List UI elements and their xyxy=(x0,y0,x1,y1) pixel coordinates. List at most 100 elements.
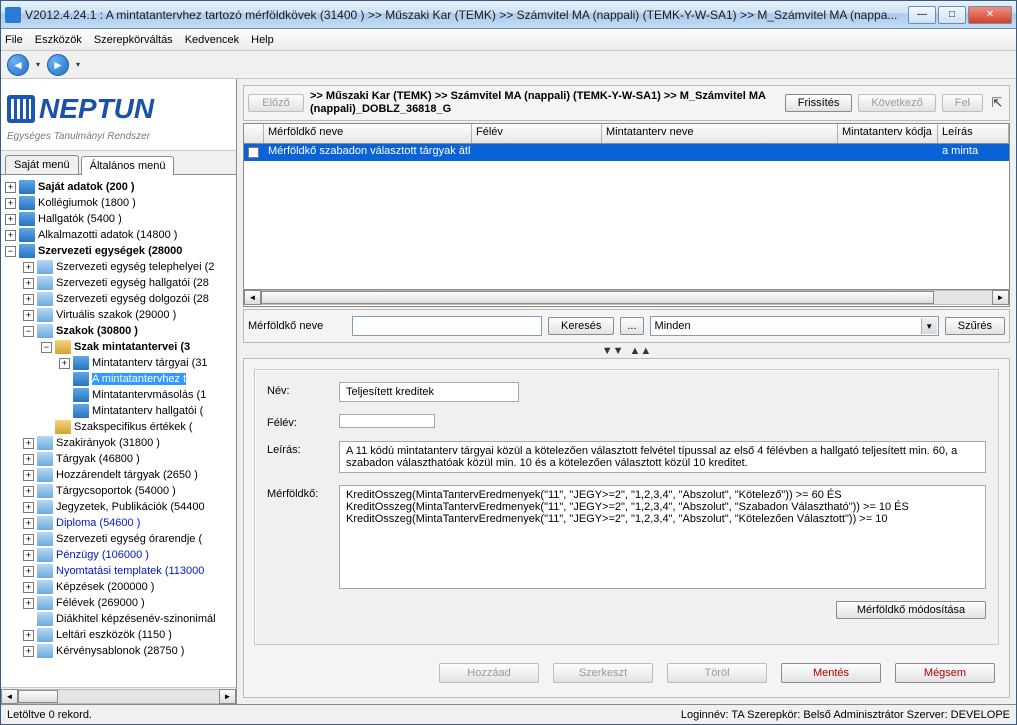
tree-item[interactable]: +Nyomtatási templatek (113000 xyxy=(1,563,236,579)
tree-item[interactable]: +Szervezeti egység telephelyei (2 xyxy=(1,259,236,275)
filter-select[interactable]: Minden ▼ xyxy=(650,316,939,336)
edit-button[interactable]: Szerkeszt xyxy=(553,663,653,683)
nav-forward-dropdown[interactable]: ▾ xyxy=(73,54,83,76)
search-button[interactable]: Keresés xyxy=(548,317,614,335)
delete-button[interactable]: Töröl xyxy=(667,663,767,683)
tree-item[interactable]: +Tárgyak (46800 ) xyxy=(1,451,236,467)
grid-header-sem[interactable]: Félév xyxy=(472,124,602,143)
tree-item[interactable]: +Pénzügy (106000 ) xyxy=(1,547,236,563)
description-field[interactable]: A 11 kódú mintatanterv tárgyai közül a k… xyxy=(339,441,986,473)
grid-row[interactable]: Mérföldkő szabadon választott tárgyak át… xyxy=(244,144,1009,161)
tree-item[interactable]: Szakspecifikus értékek ( xyxy=(1,419,236,435)
tree-item[interactable]: +Félévek (269000 ) xyxy=(1,595,236,611)
nav-tree[interactable]: +Saját adatok (200 ) +Kollégiumok (1800 … xyxy=(1,175,236,687)
tree-item[interactable]: Mintatantervmásolás (1 xyxy=(1,387,236,403)
search-more-button[interactable]: ... xyxy=(620,317,643,335)
minimize-button[interactable]: — xyxy=(908,6,936,24)
doc-icon xyxy=(37,324,53,338)
modify-milestone-button[interactable]: Mérföldkő módosítása xyxy=(836,601,986,619)
tree-item[interactable]: Mintatanterv hallgatói ( xyxy=(1,403,236,419)
name-field[interactable]: Teljesített kreditek xyxy=(339,382,519,402)
tree-item[interactable]: Diákhitel képzésenév-szinonimál xyxy=(1,611,236,627)
nav-back-dropdown[interactable]: ▾ xyxy=(33,54,43,76)
tree-item[interactable]: +Szervezeti egység órarendje ( xyxy=(1,531,236,547)
doc-icon xyxy=(37,612,53,626)
add-button[interactable]: Hozzáad xyxy=(439,663,539,683)
collapse-bar[interactable]: ▼▼ ▲▲ xyxy=(243,345,1010,356)
folder-icon xyxy=(73,356,89,370)
prev-button[interactable]: Előző xyxy=(248,94,304,112)
grid-header-plan-code[interactable]: Mintatanterv kódja xyxy=(838,124,938,143)
doc-icon xyxy=(37,308,53,322)
scroll-left-button[interactable]: ◄ xyxy=(244,290,261,305)
tree-item[interactable]: −Szakok (30800 ) xyxy=(1,323,236,339)
menu-file[interactable]: File xyxy=(5,34,23,46)
tree-item[interactable]: +Hozzárendelt tárgyak (2650 ) xyxy=(1,467,236,483)
tree-item[interactable]: +Szakirányok (31800 ) xyxy=(1,435,236,451)
tree-item[interactable]: +Szervezeti egység dolgozói (28 xyxy=(1,291,236,307)
scroll-thumb[interactable] xyxy=(18,690,58,703)
tab-general-menu[interactable]: Általános menü xyxy=(81,156,175,175)
nav-forward-button[interactable]: ► xyxy=(47,54,69,76)
menu-fav[interactable]: Kedvencek xyxy=(185,34,239,46)
tree-item[interactable]: −Szervezeti egységek (28000 xyxy=(1,243,236,259)
menu-role[interactable]: Szerepkörváltás xyxy=(94,34,173,46)
search-input[interactable] xyxy=(352,316,542,336)
tree-item[interactable]: +Leltári eszközök (1150 ) xyxy=(1,627,236,643)
semester-field[interactable] xyxy=(339,414,435,428)
doc-icon xyxy=(37,468,53,482)
folder-icon xyxy=(19,196,35,210)
nav-back-button[interactable]: ◄ xyxy=(7,54,29,76)
doc-icon xyxy=(37,452,53,466)
scroll-left-button[interactable]: ◄ xyxy=(1,689,18,704)
tree-item[interactable]: +Jegyzetek, Publikációk (54400 xyxy=(1,499,236,515)
tree-item[interactable]: +Diploma (54600 ) xyxy=(1,515,236,531)
description-label: Leírás: xyxy=(267,441,339,456)
grid-header-checkbox[interactable] xyxy=(244,124,264,143)
filter-button[interactable]: Szűrés xyxy=(945,317,1005,335)
grid-header-plan-name[interactable]: Mintatanterv neve xyxy=(602,124,838,143)
grid-header-name[interactable]: Mérföldkő neve xyxy=(264,124,472,143)
cancel-button[interactable]: Mégsem xyxy=(895,663,995,683)
maximize-button[interactable]: □ xyxy=(938,6,966,24)
grid-header-desc[interactable]: Leírás xyxy=(938,124,1009,143)
tree-item[interactable]: +Alkalmazotti adatok (14800 ) xyxy=(1,227,236,243)
doc-icon xyxy=(37,548,53,562)
tree-hscrollbar[interactable]: ◄ ► xyxy=(1,687,236,704)
doc-icon xyxy=(37,500,53,514)
row-checkbox[interactable] xyxy=(248,147,259,158)
tree-item[interactable]: +Hallgatók (5400 ) xyxy=(1,211,236,227)
scroll-right-button[interactable]: ► xyxy=(219,689,236,704)
tree-item[interactable]: +Kollégiumok (1800 ) xyxy=(1,195,236,211)
menu-tools[interactable]: Eszközök xyxy=(35,34,82,46)
tree-item[interactable]: +Kérvénysablonok (28750 ) xyxy=(1,643,236,659)
doc-icon xyxy=(37,516,53,530)
tree-item[interactable]: −Szak mintatantervei (3 xyxy=(1,339,236,355)
refresh-button[interactable]: Frissítés xyxy=(785,94,853,112)
tree-item[interactable]: +Virtuális szakok (29000 ) xyxy=(1,307,236,323)
status-left: Letöltve 0 rekord. xyxy=(7,709,92,721)
tree-item[interactable]: +Képzések (200000 ) xyxy=(1,579,236,595)
menu-help[interactable]: Help xyxy=(251,34,274,46)
tree-item[interactable]: +Szervezeti egység hallgatói (28 xyxy=(1,275,236,291)
folder-icon xyxy=(19,228,35,242)
up-button[interactable]: Fel xyxy=(942,94,983,112)
tree-item[interactable]: +Mintatanterv tárgyai (31 xyxy=(1,355,236,371)
filter-select-value: Minden xyxy=(655,320,691,332)
grid-hscrollbar[interactable]: ◄ ► xyxy=(244,289,1009,306)
tree-item-selected[interactable]: A mintatantervhez t xyxy=(1,371,236,387)
tree-item[interactable]: +Tárgycsoportok (54000 ) xyxy=(1,483,236,499)
tab-own-menu[interactable]: Saját menü xyxy=(5,155,79,174)
milestone-field[interactable]: KreditOsszeg(MintaTantervEredmenyek("11"… xyxy=(339,485,986,589)
scroll-right-button[interactable]: ► xyxy=(992,290,1009,305)
doc-icon xyxy=(37,532,53,546)
doc-icon xyxy=(37,484,53,498)
save-button[interactable]: Mentés xyxy=(781,663,881,683)
next-button[interactable]: Következő xyxy=(858,94,935,112)
tree-item[interactable]: +Saját adatok (200 ) xyxy=(1,179,236,195)
pin-icon[interactable]: ⇱ xyxy=(989,95,1005,111)
doc-icon xyxy=(37,436,53,450)
close-button[interactable]: ✕ xyxy=(968,6,1012,24)
app-window: V2012.4.24.1 : A mintatantervhez tartozó… xyxy=(0,0,1017,725)
scroll-thumb[interactable] xyxy=(261,291,934,304)
